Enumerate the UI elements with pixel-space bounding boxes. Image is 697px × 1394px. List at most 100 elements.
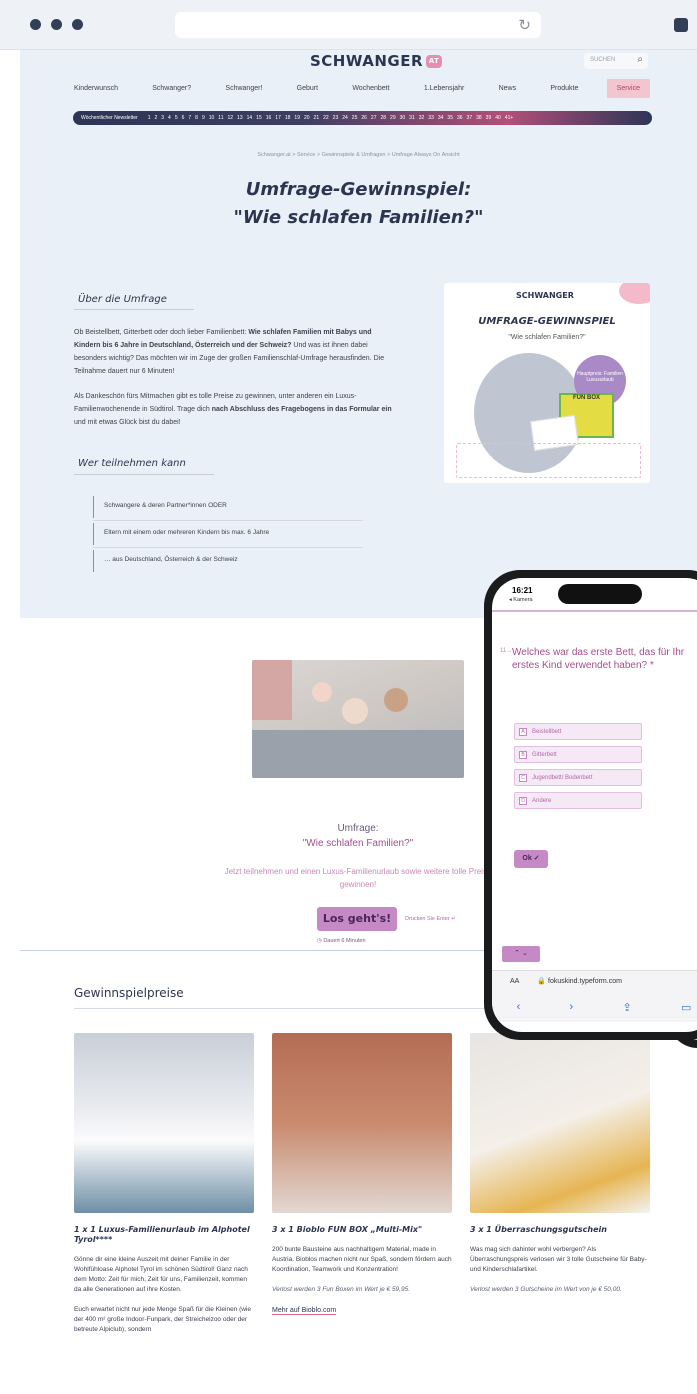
week-item[interactable]: 12 xyxy=(227,115,233,121)
nav-item-schwanger-question[interactable]: Schwanger? xyxy=(146,79,197,98)
window-controls xyxy=(30,19,83,30)
week-item[interactable]: 8 xyxy=(195,115,198,121)
nav-item-kinderwunsch[interactable]: Kinderwunsch xyxy=(68,79,124,98)
back-icon[interactable]: ‹ xyxy=(517,1001,521,1013)
week-item[interactable]: 20 xyxy=(304,115,310,121)
week-item[interactable]: 3 xyxy=(161,115,164,121)
week-item[interactable]: 23 xyxy=(333,115,339,121)
site-logo[interactable]: SCHWANGER AT xyxy=(310,52,443,70)
week-item[interactable]: 28 xyxy=(380,115,386,121)
week-item[interactable]: 35 xyxy=(447,115,453,121)
maximize-window-dot[interactable] xyxy=(72,19,83,30)
about-underline xyxy=(74,309,194,310)
phone-address-bar[interactable]: AA 🔒 fokuskind.typeform.com xyxy=(492,970,697,992)
week-item[interactable]: 14 xyxy=(247,115,253,121)
week-item[interactable]: 40 xyxy=(495,115,501,121)
nav-item-schwanger[interactable]: Schwanger! xyxy=(219,79,268,98)
week-item[interactable]: 27 xyxy=(371,115,377,121)
tabs-icon[interactable] xyxy=(674,18,688,32)
photo-baby xyxy=(342,698,368,724)
about-paragraph-1: Ob Beistellbett, Gitterbett oder doch li… xyxy=(74,329,385,375)
start-survey-button[interactable]: Los geht's! xyxy=(317,907,397,931)
week-item[interactable]: 6 xyxy=(182,115,185,121)
promo-title: UMFRAGE-GEWINNSPIEL xyxy=(478,316,616,327)
week-item[interactable]: 22 xyxy=(323,115,329,121)
question-number: 11→ xyxy=(500,648,513,654)
week-item[interactable]: 17 xyxy=(275,115,281,121)
sleeping-child-photo xyxy=(470,1033,650,1213)
week-item[interactable]: 25 xyxy=(352,115,358,121)
bioblo-photo xyxy=(272,1033,452,1213)
search-icon[interactable]: ⌕ xyxy=(637,54,643,65)
week-item[interactable]: 11 xyxy=(218,115,223,121)
up-down-buttons[interactable]: ⌃ ⌄ xyxy=(502,946,540,962)
breadcrumb: Schwanger.at > Service > Gewinnspiele & … xyxy=(257,152,460,158)
close-window-dot[interactable] xyxy=(30,19,41,30)
prize-text: Gönne dir eine kleine Auszeit mit deiner… xyxy=(74,1256,248,1293)
photo-mother xyxy=(384,688,408,712)
week-item[interactable]: 34 xyxy=(438,115,444,121)
week-item[interactable]: 26 xyxy=(361,115,367,121)
phone-mockup: 16:21 ◂ Kamera 11→ Welches war das erste… xyxy=(484,570,697,1040)
nav-item-news[interactable]: News xyxy=(493,79,523,98)
week-item[interactable]: 36 xyxy=(457,115,463,121)
week-item[interactable]: 41+ xyxy=(505,115,513,121)
week-item[interactable]: 5 xyxy=(175,115,178,121)
duration-text: ◷ Dauert 6 Minuten xyxy=(317,938,366,944)
week-item[interactable]: 29 xyxy=(390,115,396,121)
search-input[interactable]: SUCHEN ⌕ xyxy=(584,53,648,69)
minimize-window-dot[interactable] xyxy=(51,19,62,30)
week-item[interactable]: 38 xyxy=(476,115,482,121)
week-item[interactable]: 30 xyxy=(400,115,406,121)
address-bar[interactable]: ↻ xyxy=(175,12,541,38)
forward-icon[interactable]: › xyxy=(570,1001,574,1013)
list-divider xyxy=(93,547,363,548)
option-b[interactable]: B Gitterbett xyxy=(514,746,642,763)
week-item[interactable]: 33 xyxy=(428,115,434,121)
week-item[interactable]: 13 xyxy=(237,115,243,121)
ok-button[interactable]: Ok ✓ xyxy=(514,850,548,868)
progress-bar xyxy=(492,610,697,612)
reload-icon[interactable]: ↻ xyxy=(518,16,531,34)
survey-description: Jetzt teilnehmen und einen Luxus-Familie… xyxy=(224,867,492,889)
week-item[interactable]: 1 xyxy=(148,115,151,121)
bookmarks-icon[interactable]: ▭ xyxy=(681,1001,691,1014)
week-item[interactable]: 39 xyxy=(486,115,492,121)
week-item[interactable]: 9 xyxy=(202,115,205,121)
prize-note: Verlost werden 3 Gutscheine im Wert von … xyxy=(470,1286,622,1293)
phone-screen: 16:21 ◂ Kamera 11→ Welches war das erste… xyxy=(492,578,697,1032)
option-a[interactable]: A Beistellbett xyxy=(514,723,642,740)
option-c[interactable]: C Jugendbett/ Bodenbett xyxy=(514,769,642,786)
phone-notch xyxy=(558,584,642,604)
week-item[interactable]: 19 xyxy=(294,115,300,121)
week-item[interactable]: 10 xyxy=(209,115,215,121)
week-item[interactable]: 18 xyxy=(285,115,291,121)
phone-toolbar: ‹ › ⇪ ▭ xyxy=(492,992,697,1022)
week-item[interactable]: 37 xyxy=(467,115,473,121)
week-item[interactable]: 15 xyxy=(256,115,262,121)
nav-item-geburt[interactable]: Geburt xyxy=(291,79,324,98)
prize-title: 3 x 1 Bioblo FUN BOX „Multi-Mix" xyxy=(272,1225,423,1234)
nav-item-lebensjahr[interactable]: 1.Lebensjahr xyxy=(418,79,470,98)
prize-text: 200 bunte Bausteine aus nachhaltigem Mat… xyxy=(272,1246,452,1273)
bioblo-link[interactable]: Mehr auf Bioblo.com xyxy=(272,1307,337,1315)
about-paragraph-2: Als Dankeschön fürs Mitmachen gibt es to… xyxy=(74,393,392,426)
survey-label: Umfrage: xyxy=(337,823,379,834)
week-item[interactable]: 7 xyxy=(188,115,191,121)
weekly-newsletter-label[interactable]: Wöchentlicher Newsletter xyxy=(81,115,138,121)
prize-title: 3 x 1 Überraschungsgutschein xyxy=(470,1225,607,1234)
nav-item-wochenbett[interactable]: Wochenbett xyxy=(346,79,395,98)
option-d[interactable]: D Andere xyxy=(514,792,642,809)
week-item[interactable]: 4 xyxy=(168,115,171,121)
nav-item-service[interactable]: Service xyxy=(606,78,650,98)
hero-section: SCHWANGER AT SUCHEN ⌕ Kinderwunsch Schwang… xyxy=(20,50,697,618)
week-item[interactable]: 16 xyxy=(266,115,272,121)
share-icon[interactable]: ⇪ xyxy=(622,1001,631,1014)
week-item[interactable]: 24 xyxy=(342,115,348,121)
week-item[interactable]: 2 xyxy=(154,115,157,121)
week-item[interactable]: 32 xyxy=(419,115,425,121)
nav-item-produkte[interactable]: Produkte xyxy=(544,79,584,98)
week-item[interactable]: 31 xyxy=(409,115,415,121)
week-item[interactable]: 21 xyxy=(314,115,320,121)
phone-back-link[interactable]: ◂ Kamera xyxy=(509,597,533,603)
